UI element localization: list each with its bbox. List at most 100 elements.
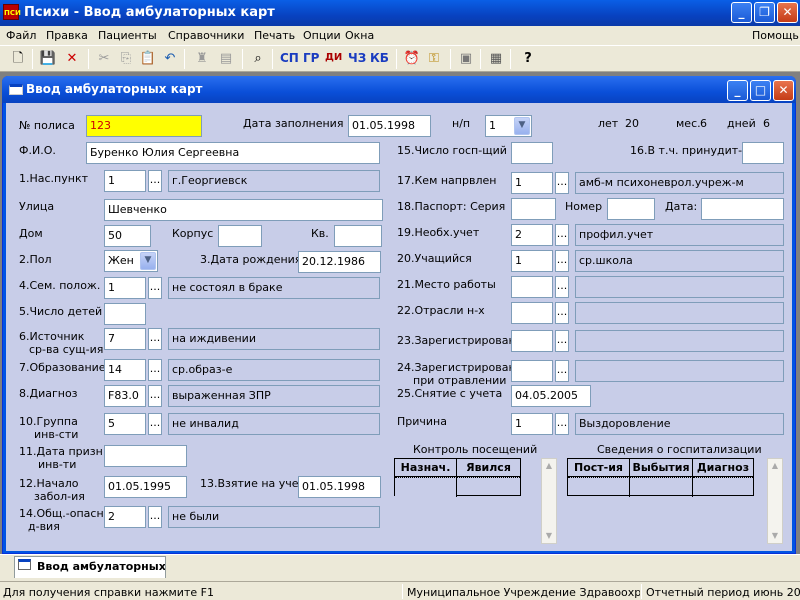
new-document-icon[interactable]: 🗋 xyxy=(8,49,28,69)
di-button[interactable]: ДИ xyxy=(325,52,342,63)
calculator-icon[interactable]: ▦ xyxy=(486,49,506,69)
binoculars-icon[interactable]: ⌕ xyxy=(248,49,268,69)
hosp-count-input[interactable] xyxy=(511,142,553,164)
tab-ambulatory-cards[interactable]: Ввод амбулаторных карт xyxy=(14,556,166,578)
hosp-col-discharge[interactable]: Выбытия xyxy=(630,459,693,477)
registered-lookup-button[interactable]: ... xyxy=(555,330,569,352)
student-lookup-button[interactable]: ... xyxy=(555,250,569,272)
menu-references[interactable]: Справочники xyxy=(168,29,244,42)
branch-code-input[interactable] xyxy=(511,302,553,324)
visits-cell[interactable] xyxy=(395,477,457,497)
menu-options[interactable]: Опции xyxy=(303,29,341,42)
scroll-up-icon[interactable]: ▲ xyxy=(542,459,556,473)
need-code-input[interactable]: 2 xyxy=(511,224,553,246)
restore-button[interactable]: ❐ xyxy=(754,2,775,23)
help-icon[interactable]: ? xyxy=(518,49,538,69)
reg-poison-lookup-button[interactable]: ... xyxy=(555,360,569,382)
street-input[interactable]: Шевченко xyxy=(104,199,383,221)
sent-lookup-button[interactable]: ... xyxy=(555,172,569,194)
date-fill-input[interactable]: 01.05.1998 xyxy=(348,115,431,137)
hosp-scrollbar[interactable]: ▲ ▼ xyxy=(767,458,783,544)
scroll-up-icon[interactable]: ▲ xyxy=(768,459,782,473)
birth-input[interactable]: 20.12.1986 xyxy=(298,251,381,273)
clock-icon[interactable]: ⏰ xyxy=(402,49,422,69)
save-icon[interactable]: 💾 xyxy=(38,49,58,69)
delete-icon[interactable]: ✕ xyxy=(62,49,82,69)
student-code-input[interactable]: 1 xyxy=(511,250,553,272)
work-code-input[interactable] xyxy=(511,276,553,298)
branch-lookup-button[interactable]: ... xyxy=(555,302,569,324)
paste-icon[interactable]: 📋 xyxy=(138,49,158,69)
removal-input[interactable]: 04.05.2005 xyxy=(511,385,591,407)
menu-patients[interactable]: Пациенты xyxy=(98,29,157,42)
image-icon[interactable]: ▣ xyxy=(456,49,476,69)
reason-code-input[interactable]: 1 xyxy=(511,413,553,435)
minimize-button[interactable]: _ xyxy=(731,2,752,23)
reg-poison-code-input[interactable] xyxy=(511,360,553,382)
edu-lookup-button[interactable]: ... xyxy=(148,359,162,381)
np1-lookup-button[interactable]: ... xyxy=(148,170,162,192)
diag-lookup-button[interactable]: ... xyxy=(148,385,162,407)
undo-icon[interactable]: ↶ xyxy=(160,49,180,69)
child-maximize-button[interactable]: □ xyxy=(750,80,771,101)
danger-lookup-button[interactable]: ... xyxy=(148,506,162,528)
hosp-col-admission[interactable]: Пост-ия xyxy=(568,459,630,477)
visits-col-attended[interactable]: Явился xyxy=(457,459,520,477)
sent-code-input[interactable]: 1 xyxy=(511,172,553,194)
hosp-cell[interactable] xyxy=(693,477,753,497)
passport-series-input[interactable] xyxy=(511,198,556,220)
work-lookup-button[interactable]: ... xyxy=(555,276,569,298)
group-lookup-button[interactable]: ... xyxy=(148,413,162,435)
menu-edit[interactable]: Правка xyxy=(46,29,88,42)
menu-print[interactable]: Печать xyxy=(254,29,295,42)
source-lookup-button[interactable]: ... xyxy=(148,328,162,350)
korpus-input[interactable] xyxy=(218,225,262,247)
chz-button[interactable]: ЧЗ xyxy=(348,51,366,65)
kv-input[interactable] xyxy=(334,225,382,247)
house-input[interactable]: 50 xyxy=(104,225,151,247)
disease-start-input[interactable]: 01.05.1995 xyxy=(104,476,187,498)
polis-input[interactable]: 123 xyxy=(86,115,202,137)
children-input[interactable] xyxy=(104,303,146,325)
passport-date-input[interactable] xyxy=(701,198,784,220)
fio-input[interactable]: Буренко Юлия Сергеевна xyxy=(86,142,380,164)
scroll-down-icon[interactable]: ▼ xyxy=(542,529,556,543)
hosp-cell[interactable] xyxy=(630,477,693,497)
copy-icon[interactable]: ⎘ xyxy=(116,49,136,69)
group-code-input[interactable]: 5 xyxy=(104,413,146,435)
diag-code-input[interactable]: F83.0 xyxy=(104,385,146,407)
visits-cell[interactable] xyxy=(457,477,520,497)
chevron-down-icon[interactable]: ▼ xyxy=(514,117,530,135)
edu-code-input[interactable]: 14 xyxy=(104,359,146,381)
hosp-col-diagnosis[interactable]: Диагноз xyxy=(693,459,753,477)
family-code-input[interactable]: 1 xyxy=(104,277,146,299)
stamp-icon[interactable]: ♜ xyxy=(192,49,212,69)
chevron-down-icon[interactable]: ▼ xyxy=(140,252,156,270)
source-code-input[interactable]: 7 xyxy=(104,328,146,350)
forced-input[interactable] xyxy=(742,142,784,164)
inv-date-input[interactable] xyxy=(104,445,187,467)
visits-col-assigned[interactable]: Назнач. xyxy=(395,459,457,477)
menu-windows[interactable]: Окна xyxy=(345,29,374,42)
scroll-down-icon[interactable]: ▼ xyxy=(768,529,782,543)
menu-help[interactable]: Помощь xyxy=(752,29,799,42)
visits-scrollbar[interactable]: ▲ ▼ xyxy=(541,458,557,544)
family-lookup-button[interactable]: ... xyxy=(148,277,162,299)
need-lookup-button[interactable]: ... xyxy=(555,224,569,246)
danger-code-input[interactable]: 2 xyxy=(104,506,146,528)
registered-code-input[interactable] xyxy=(511,330,553,352)
menu-file[interactable]: Файл xyxy=(6,29,36,42)
clipboard-icon[interactable]: ▤ xyxy=(216,49,236,69)
child-close-button[interactable]: ✕ xyxy=(773,80,794,101)
key-icon[interactable]: ⚿ xyxy=(424,49,444,69)
np-select[interactable]: 1 ▼ xyxy=(485,115,532,137)
cut-icon[interactable]: ✂ xyxy=(94,49,114,69)
gr-button[interactable]: ГР xyxy=(303,51,319,65)
hosp-grid[interactable]: Пост-ия Выбытия Диагноз xyxy=(567,458,754,497)
reg-take-input[interactable]: 01.05.1998 xyxy=(298,476,381,498)
visits-grid[interactable]: Назнач. Явился xyxy=(394,458,521,497)
kb-button[interactable]: КБ xyxy=(370,51,389,65)
child-minimize-button[interactable]: _ xyxy=(727,80,748,101)
sp-button[interactable]: СП xyxy=(280,51,299,65)
close-button[interactable]: ✕ xyxy=(777,2,798,23)
